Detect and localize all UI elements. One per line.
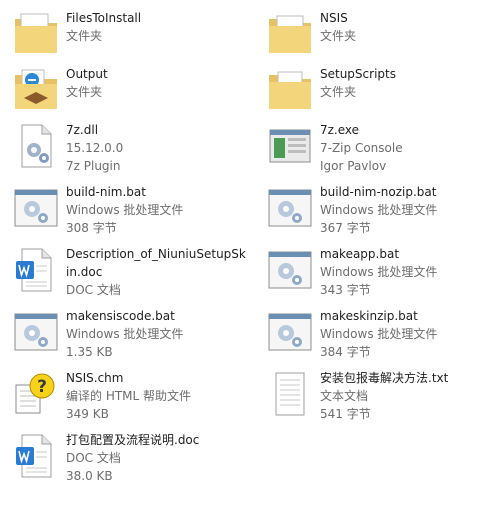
file-name: 7z.dll: [66, 123, 99, 137]
batch-file-icon: [12, 308, 60, 356]
file-item-7z-dll[interactable]: 7z.dll 15.12.0.0 7z Plugin: [4, 118, 249, 174]
file-type: Windows 批处理文件: [66, 203, 184, 217]
folder-icon: [12, 10, 60, 58]
doc-icon: [12, 432, 60, 480]
file-name: build-nim.bat: [66, 185, 146, 199]
file-list-pane: FilesToInstall 文件夹 NSIS 文件夹 Output 文件夹 S…: [0, 0, 503, 508]
file-item-output[interactable]: Output 文件夹: [4, 62, 249, 118]
chm-help-icon: ?: [12, 370, 60, 418]
file-version: 15.12.0.0: [66, 141, 124, 155]
file-type: Windows 批处理文件: [320, 265, 438, 279]
dll-icon: [12, 122, 60, 170]
folder-icon: [12, 66, 60, 114]
file-name: Description_of_NiuniuSetupSkin.doc: [66, 247, 246, 279]
batch-file-icon: [266, 246, 314, 294]
file-name: makeskinzip.bat: [320, 309, 418, 323]
file-size: 1.35 KB: [66, 345, 113, 359]
file-type: 编译的 HTML 帮助文件: [66, 389, 192, 403]
batch-file-icon: [12, 184, 60, 232]
file-size: 38.0 KB: [66, 469, 113, 483]
exe-icon: [266, 122, 314, 170]
file-name: SetupScripts: [320, 67, 396, 81]
file-size: 343 字节: [320, 283, 371, 297]
file-type: 文件夹: [320, 29, 357, 43]
file-item-filestoinstall[interactable]: FilesToInstall 文件夹: [4, 6, 249, 62]
file-item-makeapp-bat[interactable]: makeapp.bat Windows 批处理文件 343 字节: [258, 242, 503, 298]
text-file-icon: [266, 370, 314, 418]
file-name: Output: [66, 67, 108, 81]
file-item-7z-exe[interactable]: 7z.exe 7-Zip Console Igor Pavlov: [258, 118, 503, 174]
file-type: Windows 批处理文件: [66, 327, 184, 341]
file-item-build-nim-bat[interactable]: build-nim.bat Windows 批处理文件 308 字节: [4, 180, 249, 236]
file-name: NSIS.chm: [66, 371, 124, 385]
file-item-description-doc[interactable]: Description_of_NiuniuSetupSkin.doc DOC 文…: [4, 242, 249, 298]
folder-icon: [266, 66, 314, 114]
file-name: FilesToInstall: [66, 11, 142, 25]
file-type: 文件夹: [66, 29, 103, 43]
file-item-packaging-config-doc[interactable]: 打包配置及流程说明.doc DOC 文档 38.0 KB: [4, 428, 249, 484]
file-item-build-nim-nozip-bat[interactable]: build-nim-nozip.bat Windows 批处理文件 367 字节: [258, 180, 503, 236]
file-name: 打包配置及流程说明.doc: [66, 433, 200, 447]
file-company: Igor Pavlov: [320, 159, 387, 173]
batch-file-icon: [266, 184, 314, 232]
file-name: makeapp.bat: [320, 247, 400, 261]
file-size: 349 KB: [66, 407, 109, 421]
file-item-nsis-chm[interactable]: ? NSIS.chm 编译的 HTML 帮助文件 349 KB: [4, 366, 249, 422]
file-item-setupscripts[interactable]: SetupScripts 文件夹: [258, 62, 503, 118]
file-type: 文本文档: [320, 389, 369, 403]
file-type: 文件夹: [320, 85, 357, 99]
file-size: 384 字节: [320, 345, 371, 359]
file-name: 7z.exe: [320, 123, 360, 137]
file-type: Windows 批处理文件: [320, 203, 438, 217]
folder-icon: [266, 10, 314, 58]
file-item-nsis[interactable]: NSIS 文件夹: [258, 6, 503, 62]
file-item-antivirus-solution-txt[interactable]: 安装包报毒解决方法.txt 文本文档 541 字节: [258, 366, 503, 422]
file-name: build-nim-nozip.bat: [320, 185, 437, 199]
file-size: 541 字节: [320, 407, 371, 421]
doc-icon: [12, 246, 60, 294]
file-item-makeskinzip-bat[interactable]: makeskinzip.bat Windows 批处理文件 384 字节: [258, 304, 503, 360]
file-type: Windows 批处理文件: [320, 327, 438, 341]
file-size: 367 字节: [320, 221, 371, 235]
file-name: 安装包报毒解决方法.txt: [320, 371, 449, 385]
file-description: 7-Zip Console: [320, 141, 403, 155]
file-item-makensiscode-bat[interactable]: makensiscode.bat Windows 批处理文件 1.35 KB: [4, 304, 249, 360]
file-name: NSIS: [320, 11, 348, 25]
batch-file-icon: [266, 308, 314, 356]
file-name: makensiscode.bat: [66, 309, 175, 323]
svg-text:?: ?: [37, 377, 47, 397]
file-description: 7z Plugin: [66, 159, 121, 173]
file-type: DOC 文档: [66, 283, 121, 297]
file-type: DOC 文档: [66, 451, 121, 465]
file-size: 308 字节: [66, 221, 117, 235]
file-type: 文件夹: [66, 85, 103, 99]
